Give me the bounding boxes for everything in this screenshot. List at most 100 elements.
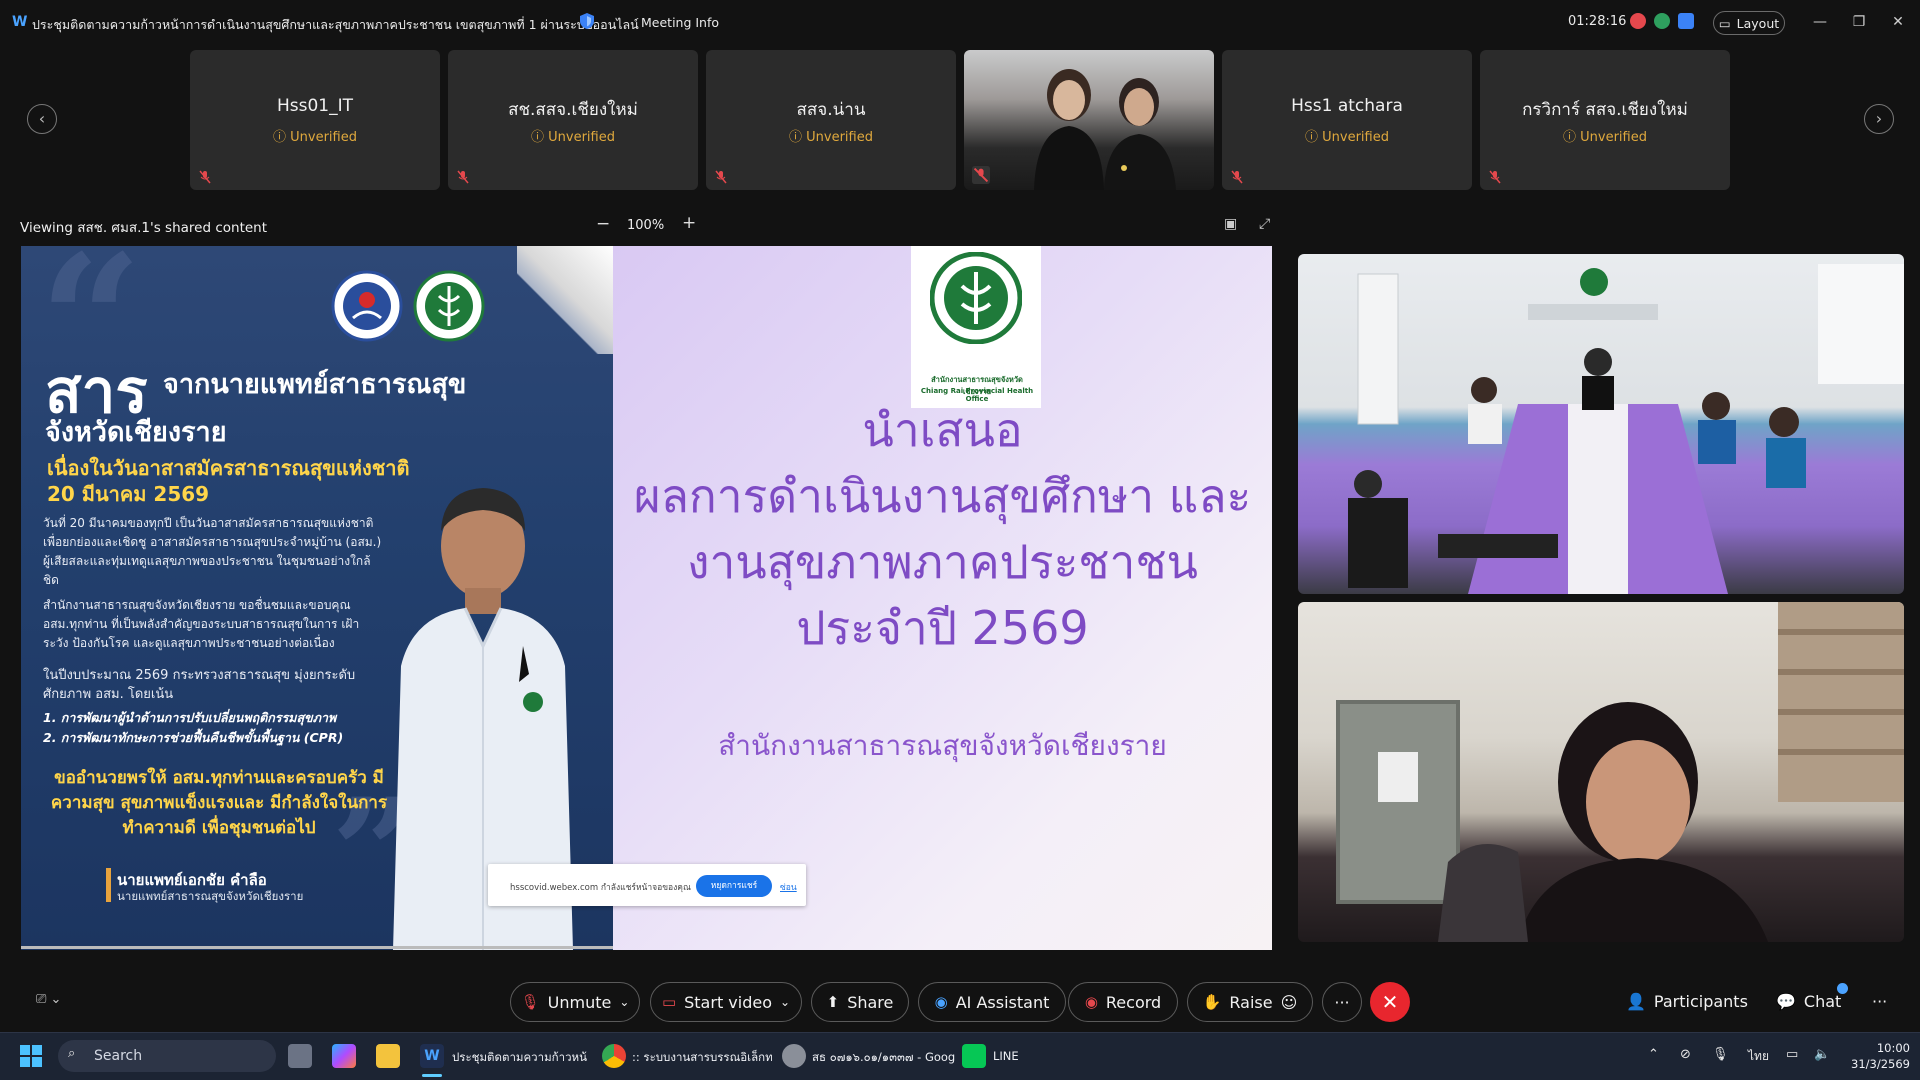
shared-slide: “ ” สาร จากนายแพทย์สาธารณสุข จังหวัดเชีย… [21, 246, 1272, 950]
unmute-button[interactable]: 🎙 Unmute ⌄ [510, 982, 640, 1022]
participant-video-conference-room[interactable] [1298, 254, 1904, 594]
muted-mic-icon [199, 170, 211, 184]
strip-prev-button[interactable]: ‹ [27, 104, 57, 134]
participant-video [1034, 69, 1176, 190]
poster-point-2: 2. การพัฒนาทักษะการช่วยฟื้นคืนชีพขั้นพื้… [43, 730, 344, 745]
unverified-badge: ⓘ Unverified [1305, 130, 1389, 145]
network-icon[interactable]: ⊘ [1680, 1047, 1691, 1062]
meeting-info-link[interactable]: Meeting Info [641, 15, 719, 30]
more-options-button[interactable]: ··· [1322, 982, 1362, 1022]
taskbar-clock[interactable]: 10:00 31/3/2569 [1840, 1040, 1910, 1072]
minimize-icon[interactable]: — [1808, 10, 1832, 34]
participant-tile[interactable]: สสจ.น่าน ⓘ Unverified [706, 50, 956, 190]
chevron-down-icon[interactable]: ⌄ [619, 995, 629, 1009]
raise-hand-button[interactable]: ✋ Raise ☺ [1187, 982, 1313, 1022]
overflow-menu-button[interactable]: ··· [1872, 992, 1887, 1011]
signature-bar [106, 868, 111, 902]
windows-start-icon[interactable] [20, 1045, 42, 1067]
participant-name: กรวิการ์ สสจ.เชียงใหม่ [1522, 100, 1688, 120]
reactions-icon[interactable]: ☺ [1281, 993, 1298, 1012]
unverified-badge: ⓘ Unverified [789, 130, 873, 145]
shield-icon[interactable] [580, 13, 594, 29]
audio-indicator-icon[interactable] [1654, 13, 1670, 29]
webex-icon[interactable]: W [420, 1044, 444, 1068]
record-icon: ◉ [1084, 993, 1098, 1011]
conference-room-video [1348, 264, 1904, 594]
muted-mic-icon [1231, 170, 1243, 184]
taskbar-app-webex[interactable]: ประชุมติดตามความก้าวหน้ [452, 1049, 587, 1067]
hide-notice-link[interactable]: ซ่อน [780, 880, 797, 894]
record-button[interactable]: ◉ Record [1068, 982, 1178, 1022]
muted-mic-icon: 🎙 [520, 993, 540, 1011]
poster-paragraph: วันที่ 20 มีนาคมของทุกปี เป็นวันอาสาสมัค… [43, 516, 382, 587]
start-video-button[interactable]: ▭ Start video ⌄ [650, 982, 802, 1022]
ai-assistant-button[interactable]: ◉ AI Assistant [918, 982, 1066, 1022]
slide-title-line4: ประจำปี 2569 [796, 601, 1089, 655]
layout-button[interactable]: ▭ Layout [1713, 11, 1785, 35]
participant-name: Hss1 atchara [1291, 96, 1403, 116]
taskbar-search-label: Search [94, 1048, 143, 1064]
volume-icon[interactable]: 🔈 [1814, 1047, 1830, 1062]
chat-button[interactable]: 💬 Chat [1776, 992, 1841, 1011]
share-icon: ⬆ [826, 993, 840, 1011]
slide-poster-panel: “ ” สาร จากนายแพทย์สาธารณสุข จังหวัดเชีย… [21, 246, 613, 950]
poster-date: 20 มีนาคม 2569 [47, 482, 210, 506]
task-view-icon[interactable] [288, 1044, 312, 1068]
muted-mic-icon [972, 166, 990, 184]
muted-mic-icon [715, 170, 727, 184]
zoom-out-button[interactable]: − [596, 214, 610, 234]
health-volunteer-logo [331, 270, 403, 342]
close-icon[interactable]: ✕ [1886, 10, 1910, 34]
chrome-icon[interactable] [602, 1044, 626, 1068]
recording-indicator-icon[interactable] [1630, 13, 1646, 29]
webex-logo-icon: W [12, 14, 28, 30]
taskbar-app-line[interactable]: LINE [993, 1049, 1019, 1063]
taskbar-app-chrome-1[interactable]: :: ระบบงานสารบรรณอิเล็กท [632, 1049, 773, 1067]
muted-mic-icon [1489, 170, 1501, 184]
participant-tile[interactable]: Hss01_IT ⓘ Unverified [190, 50, 440, 190]
taskbar-search[interactable] [58, 1040, 276, 1072]
restore-icon[interactable]: ❐ [1847, 10, 1871, 34]
language-indicator[interactable]: ไทย [1748, 1047, 1769, 1066]
participant-name: Hss01_IT [276, 96, 354, 116]
poster-heading-line1: จากนายแพทย์สาธารณสุข [163, 369, 467, 400]
chrome-icon[interactable] [782, 1044, 806, 1068]
participants-button[interactable]: 👤 Participants [1626, 992, 1748, 1011]
participant-video-speaker[interactable] [1298, 602, 1904, 942]
fullscreen-icon[interactable]: ⤢ [1259, 216, 1277, 234]
pop-out-icon[interactable]: ▣ [1224, 216, 1242, 234]
participant-tile[interactable]: สช.สสจ.เชียงใหม่ ⓘ Unverified [448, 50, 698, 190]
chevron-down-icon[interactable]: ⌄ [780, 995, 790, 1009]
taskbar-app-chrome-2[interactable]: สธ ๐๗๑๖.๐๑/๑๓๓๗ - Goog [812, 1049, 955, 1067]
chat-notification-dot [1837, 983, 1848, 994]
active-app-indicator [422, 1074, 442, 1077]
participant-tile[interactable]: Hss1 atchara ⓘ Unverified [1222, 50, 1472, 190]
participant-tile[interactable]: กรวิการ์ สสจ.เชียงใหม่ ⓘ Unverified [1480, 50, 1730, 190]
microphone-icon[interactable]: 🎙 [1712, 1047, 1729, 1062]
hand-icon: ✋ [1202, 993, 1222, 1011]
participant-video-tile[interactable] [964, 50, 1214, 190]
layout-icon: ▭ [1718, 15, 1731, 31]
display-icon[interactable]: ▭ [1786, 1047, 1798, 1062]
zoom-in-button[interactable]: + [682, 213, 696, 233]
poster-paragraph: สำนักงานสาธารณสุขจังหวัดเชียงราย ขอชื่นช… [43, 598, 360, 650]
video-off-icon: ▭ [661, 993, 677, 1011]
stop-sharing-button[interactable]: หยุดการแชร์ [696, 875, 772, 897]
leave-meeting-button[interactable]: ✕ [1370, 982, 1410, 1022]
apps-icon[interactable] [1678, 13, 1694, 29]
sharing-notice: hsscovid.webex.com กำลังแชร์หน้าจอของคุณ… [488, 864, 806, 906]
copilot-icon[interactable] [332, 1044, 356, 1068]
slide-organization: สำนักงานสาธารณสุขจังหวัดเชียงราย [718, 729, 1167, 762]
people-icon: 👤 [1626, 992, 1646, 1011]
line-icon[interactable] [962, 1044, 986, 1068]
page-curl-decoration [517, 246, 613, 354]
captions-button[interactable]: ⎚ ⌄ [36, 992, 61, 1007]
file-explorer-icon[interactable] [376, 1044, 400, 1068]
slide-scrollbar[interactable] [21, 946, 613, 949]
title-bar: W ประชุมติดตามความก้าวหน้าการดำเนินงานสุ… [0, 0, 1920, 44]
chevron-up-icon[interactable]: ⌃ [1648, 1047, 1659, 1062]
speaker-video [1336, 602, 1904, 942]
strip-next-button[interactable]: › [1864, 104, 1894, 134]
poster-wish: ขออำนวยพรให้ อสม.ทุกท่านและครอบครัว มีคว… [50, 768, 388, 838]
share-button[interactable]: ⬆ Share [811, 982, 909, 1022]
